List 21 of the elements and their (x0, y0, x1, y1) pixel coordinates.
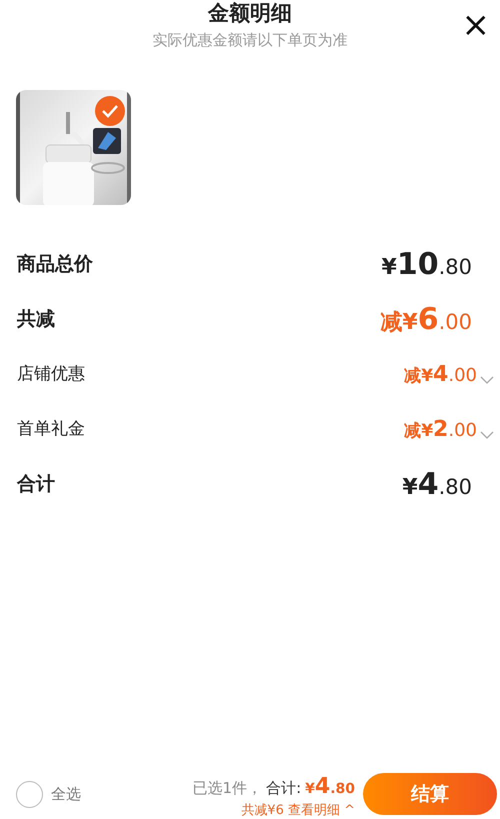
row-label: 店铺优惠 (17, 362, 85, 386)
price-value: ¥10.80 (382, 246, 472, 284)
select-all-label: 全选 (51, 784, 81, 805)
checkout-button[interactable]: 结算 (363, 773, 497, 815)
row-label: 首单礼金 (17, 418, 85, 441)
price-value: 减¥6.00 (380, 301, 472, 339)
price-value: 减¥2.00 (404, 416, 477, 444)
dialog-subtitle: 实际优惠金额请以下单页为准 (152, 30, 348, 50)
selected-count: 已选1件， (192, 778, 262, 799)
view-details-link[interactable]: 共减¥6 查看明细 ^ (241, 803, 355, 818)
price-value: ¥4.80 (402, 466, 472, 504)
check-icon[interactable] (95, 96, 125, 126)
total-label: 合计: (266, 778, 302, 799)
row-label: 合计 (17, 472, 55, 498)
select-all-radio[interactable] (16, 780, 43, 808)
dialog-title: 金额明细 (208, 0, 292, 26)
total-price: ¥4.80 (305, 773, 355, 801)
row-label: 共减 (17, 307, 55, 332)
close-button[interactable]: × (462, 8, 490, 42)
price-value: 减¥4.00 (404, 361, 477, 389)
row-label: 商品总价 (17, 252, 93, 278)
